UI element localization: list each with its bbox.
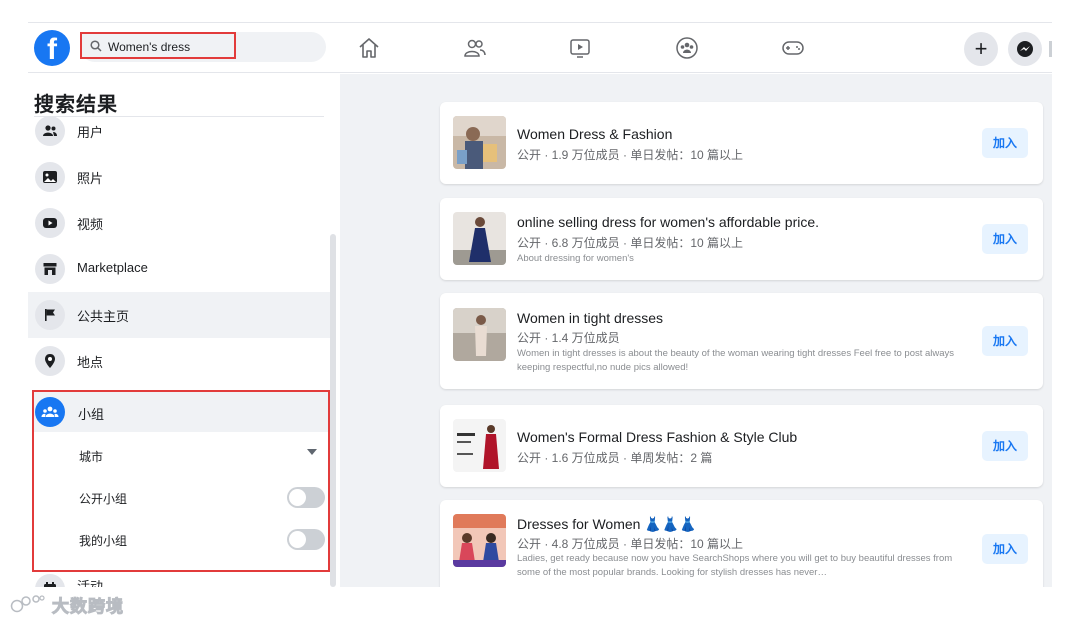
shop-icon [35, 254, 65, 284]
calendar-icon [35, 574, 65, 587]
location-pin-icon [35, 346, 65, 376]
sidebar-scrollbar[interactable] [330, 234, 336, 587]
sidebar-item-label: 用户 [77, 125, 104, 140]
home-icon[interactable] [357, 36, 381, 60]
join-button[interactable]: 加入 [982, 534, 1028, 564]
search-icon [90, 40, 102, 52]
facebook-window: f Women's dress + 搜索结果 用户 照片 视频 Marketpl… [0, 0, 1080, 623]
search-highlight-box [80, 32, 236, 59]
bottom-margin [0, 587, 1080, 623]
gaming-icon[interactable] [781, 36, 805, 60]
my-groups-toggle[interactable] [287, 529, 325, 550]
sidebar-item-photos[interactable]: 照片 [28, 154, 330, 200]
watermark-logo-icon [10, 595, 45, 613]
watermark-text: 大数跨境 [52, 596, 124, 617]
groups-filter-highlight: 小组 城市 公开小组 我的小组 [32, 390, 330, 572]
city-filter-label: 城市 [79, 450, 104, 464]
group-title[interactable]: online selling dress for women's afforda… [517, 214, 819, 230]
sidebar-item-label: 活动 [77, 579, 104, 587]
group-meta: 公开 · 1.9 万位成员 · 单日发帖：10 篇以上 [517, 148, 744, 162]
group-result-card[interactable]: Women Dress & Fashion 公开 · 1.9 万位成员 · 单日… [440, 102, 1043, 184]
group-meta: 公开 · 1.6 万位成员 · 单周发帖：2 篇 [517, 451, 713, 465]
groups-icon[interactable] [675, 36, 699, 60]
group-thumbnail[interactable] [453, 116, 506, 169]
search-bar[interactable] [80, 32, 326, 62]
join-button[interactable]: 加入 [982, 326, 1028, 356]
sidebar-item-events[interactable]: 活动 [28, 574, 330, 587]
sidebar-item-label: 视频 [77, 217, 104, 232]
public-groups-toggle[interactable] [287, 487, 325, 508]
group-meta: 公开 · 4.8 万位成员 · 单日发帖：10 篇以上 [517, 537, 744, 551]
toggle-knob [289, 489, 306, 506]
account-menu-edge[interactable] [1049, 41, 1052, 57]
group-result-card[interactable]: Dresses for Women 👗👗👗 公开 · 4.8 万位成员 · 单日… [440, 500, 1043, 587]
plus-icon: + [974, 36, 988, 61]
group-title[interactable]: Women in tight dresses [517, 310, 663, 326]
sidebar-item-label: 小组 [78, 407, 105, 422]
photos-icon [35, 162, 65, 192]
sidebar-item-people[interactable]: 用户 [28, 108, 330, 154]
facebook-logo[interactable]: f [34, 30, 70, 66]
sidebar-item-label: 地点 [77, 355, 104, 370]
group-meta: 公开 · 6.8 万位成员 · 单日发帖：10 篇以上 [517, 236, 744, 250]
group-meta: 公开 · 1.4 万位成员 [517, 331, 620, 345]
top-navigation-bar: f Women's dress + [28, 23, 1052, 73]
group-description: Women in tight dresses is about the beau… [517, 348, 955, 373]
create-button[interactable]: + [964, 32, 998, 66]
watch-icon[interactable] [568, 36, 592, 60]
join-button[interactable]: 加入 [982, 128, 1028, 158]
messenger-button[interactable] [1008, 32, 1042, 66]
sidebar-item-pages[interactable]: 公共主页 [28, 292, 330, 338]
sidebar-item-label: Marketplace [77, 260, 148, 275]
sidebar-item-label: 照片 [77, 171, 104, 186]
sidebar-item-groups[interactable]: 小组 [34, 392, 328, 432]
flag-icon [35, 300, 65, 330]
friends-icon[interactable] [463, 36, 487, 60]
group-title[interactable]: Women's Formal Dress Fashion & Style Clu… [517, 429, 797, 445]
group-thumbnail[interactable] [453, 212, 506, 265]
group-result-card[interactable]: Women in tight dresses 公开 · 1.4 万位成员 Wom… [440, 293, 1043, 389]
group-title[interactable]: Women Dress & Fashion [517, 126, 672, 142]
group-thumbnail[interactable] [453, 514, 506, 567]
search-input[interactable] [108, 38, 234, 56]
people-icon [35, 116, 65, 146]
search-results-sidebar: 搜索结果 用户 照片 视频 Marketplace 公共主页 地点 小组 城市 … [28, 74, 340, 587]
group-description: Ladies, get ready because now you have S… [517, 553, 953, 578]
video-icon [35, 208, 65, 238]
my-groups-label: 我的小组 [79, 534, 128, 548]
group-title[interactable]: Dresses for Women 👗👗👗 [517, 516, 697, 533]
group-thumbnail[interactable] [453, 308, 506, 361]
sidebar-item-label: 公共主页 [77, 309, 130, 324]
group-description: About dressing for women's [517, 253, 634, 264]
sidebar-item-marketplace[interactable]: Marketplace [28, 246, 330, 292]
group-thumbnail[interactable] [453, 419, 506, 472]
join-button[interactable]: 加入 [982, 431, 1028, 461]
groups-icon [35, 397, 65, 427]
watermark: 大数跨境 [10, 592, 124, 617]
toggle-knob [289, 531, 306, 548]
chevron-down-icon[interactable] [307, 449, 317, 455]
sidebar-item-places[interactable]: 地点 [28, 338, 330, 384]
messenger-icon [1017, 41, 1033, 57]
results-panel: Women Dress & Fashion 公开 · 1.9 万位成员 · 单日… [340, 74, 1052, 587]
join-button[interactable]: 加入 [982, 224, 1028, 254]
sidebar-item-videos[interactable]: 视频 [28, 200, 330, 246]
public-groups-label: 公开小组 [79, 492, 128, 506]
group-result-card[interactable]: Women's Formal Dress Fashion & Style Clu… [440, 405, 1043, 487]
group-result-card[interactable]: online selling dress for women's afforda… [440, 198, 1043, 280]
